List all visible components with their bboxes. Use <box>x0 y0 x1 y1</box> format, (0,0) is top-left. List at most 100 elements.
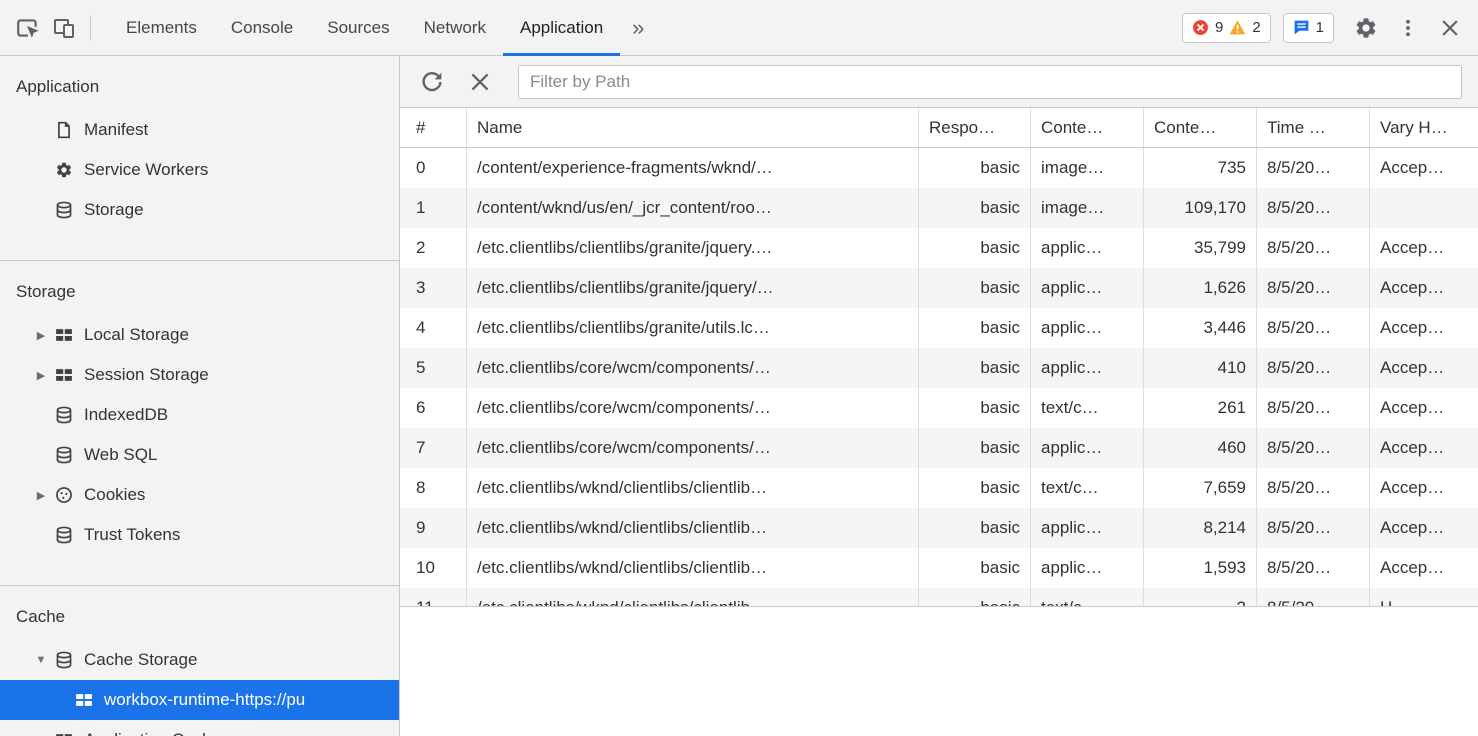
cell: applic… <box>1031 428 1144 468</box>
table-row[interactable]: 0/content/experience-fragments/wknd/…bas… <box>400 148 1478 188</box>
column-header-6[interactable]: Vary H… <box>1370 108 1478 147</box>
cell: 1 <box>400 188 467 228</box>
sidebar-item-web-sql[interactable]: Web SQL <box>0 435 399 475</box>
sidebar-item-label: workbox-runtime-https://pu <box>104 690 305 710</box>
sidebar-item-storage[interactable]: Storage <box>0 190 399 230</box>
settings-button[interactable] <box>1348 10 1384 46</box>
cell: 8/5/20… <box>1257 428 1370 468</box>
sidebar-item-local-storage[interactable]: ▶Local Storage <box>0 315 399 355</box>
tab-console[interactable]: Console <box>214 0 310 56</box>
chevron-down-icon[interactable]: ▼ <box>28 654 54 666</box>
database-icon <box>54 445 74 465</box>
cell: 8/5/20… <box>1257 348 1370 388</box>
database-icon <box>54 405 74 425</box>
table-row[interactable]: 4/etc.clientlibs/clientlibs/granite/util… <box>400 308 1478 348</box>
sidebar-item-manifest[interactable]: Manifest <box>0 110 399 150</box>
table-row[interactable]: 8/etc.clientlibs/wknd/clientlibs/clientl… <box>400 468 1478 508</box>
table-row[interactable]: 2/etc.clientlibs/clientlibs/granite/jque… <box>400 228 1478 268</box>
table-row[interactable]: 1/content/wknd/us/en/_jcr_content/roo…ba… <box>400 188 1478 228</box>
cell: /etc.clientlibs/clientlibs/granite/jquer… <box>467 228 919 268</box>
delete-selected-button[interactable] <box>462 64 498 100</box>
cell: Accep… <box>1370 468 1478 508</box>
filter-by-path-input[interactable] <box>518 65 1462 99</box>
cell: Accep… <box>1370 228 1478 268</box>
error-icon <box>1192 19 1209 36</box>
cache-entries-table: #NameRespo…Conte…Conte…Time …Vary H… 0/c… <box>400 108 1478 607</box>
table-row[interactable]: 6/etc.clientlibs/core/wcm/components/…ba… <box>400 388 1478 428</box>
sidebar-item-session-storage[interactable]: ▶ Session Storage <box>0 355 399 395</box>
cell: 0 <box>400 148 467 188</box>
column-header-4[interactable]: Conte… <box>1144 108 1257 147</box>
cell: 8/5/20… <box>1257 308 1370 348</box>
cell: /etc.clientlibs/clientlibs/granite/jquer… <box>467 268 919 308</box>
errors-warnings-badge[interactable]: 9 2 <box>1182 13 1271 43</box>
refresh-button[interactable] <box>414 64 450 100</box>
tab-sources[interactable]: Sources <box>310 0 406 56</box>
column-header-0[interactable]: # <box>400 108 467 147</box>
cell: text/c… <box>1031 468 1144 508</box>
cell: 1,626 <box>1144 268 1257 308</box>
cell: 7 <box>400 428 467 468</box>
sidebar-item-cache-storage[interactable]: ▼Cache Storage <box>0 640 399 680</box>
cell: /etc.clientlibs/wknd/clientlibs/clientli… <box>467 548 919 588</box>
preview-pane <box>400 607 1478 736</box>
sidebar-item-label: Application Cache <box>84 730 221 736</box>
cell: 11 <box>400 588 467 607</box>
device-toolbar-icon <box>52 16 76 40</box>
chevron-right-icon[interactable]: ▶ <box>28 489 54 502</box>
sidebar-item-label: Session Storage <box>84 365 209 385</box>
tab-network[interactable]: Network <box>407 0 503 56</box>
cell: 8/5/20… <box>1257 388 1370 428</box>
cell: Accep… <box>1370 148 1478 188</box>
more-tabs-button[interactable]: » <box>620 0 656 55</box>
cell: basic <box>919 148 1031 188</box>
sidebar-item-label: Storage <box>84 200 144 220</box>
cell: 8 <box>400 468 467 508</box>
table-row[interactable]: 7/etc.clientlibs/core/wcm/components/…ba… <box>400 428 1478 468</box>
cell: Accep… <box>1370 308 1478 348</box>
tab-application[interactable]: Application <box>503 0 620 56</box>
tab-elements[interactable]: Elements <box>109 0 214 56</box>
sidebar-item-trust-tokens[interactable]: Trust Tokens <box>0 515 399 555</box>
inspect-element-button[interactable] <box>10 10 46 46</box>
table-row[interactable]: 11/etc.clientlibs/wknd/clientlibs/client… <box>400 588 1478 607</box>
close-icon <box>1440 18 1460 38</box>
sidebar-item-indexeddb[interactable]: IndexedDB <box>0 395 399 435</box>
sidebar-item-cookies[interactable]: ▶Cookies <box>0 475 399 515</box>
cell: 8/5/20… <box>1257 268 1370 308</box>
cell: basic <box>919 308 1031 348</box>
table-row[interactable]: 5/etc.clientlibs/core/wcm/components/…ba… <box>400 348 1478 388</box>
table-row[interactable]: 3/etc.clientlibs/clientlibs/granite/jque… <box>400 268 1478 308</box>
sidebar-item-label: Service Workers <box>84 160 208 180</box>
sidebar-section-application: ApplicationManifestService WorkersStorag… <box>0 56 399 261</box>
table-row[interactable]: 9/etc.clientlibs/wknd/clientlibs/clientl… <box>400 508 1478 548</box>
cell: basic <box>919 588 1031 607</box>
column-header-1[interactable]: Name <box>467 108 919 147</box>
chevron-right-icon[interactable]: ▶ <box>28 329 54 342</box>
column-header-3[interactable]: Conte… <box>1031 108 1144 147</box>
cell: Accep… <box>1370 508 1478 548</box>
column-header-5[interactable]: Time … <box>1257 108 1370 147</box>
cell: applic… <box>1031 228 1144 268</box>
sidebar-item-label: Trust Tokens <box>84 525 180 545</box>
cell: basic <box>919 188 1031 228</box>
sidebar-item-application-cache[interactable]: Application Cache <box>0 720 399 736</box>
close-devtools-button[interactable] <box>1432 10 1468 46</box>
chevron-right-icon[interactable]: ▶ <box>28 369 54 382</box>
cell: 8/5/20… <box>1257 148 1370 188</box>
device-toolbar-button[interactable] <box>46 10 82 46</box>
document-icon <box>54 120 74 140</box>
cell: 261 <box>1144 388 1257 428</box>
cell: 8/5/20… <box>1257 468 1370 508</box>
cell: /etc.clientlibs/core/wcm/components/… <box>467 348 919 388</box>
cell: applic… <box>1031 508 1144 548</box>
sidebar-item-workbox-runtime-https-pu[interactable]: workbox-runtime-https://pu <box>0 680 399 720</box>
cell: Accep… <box>1370 348 1478 388</box>
issues-badge[interactable]: 1 <box>1283 13 1334 43</box>
column-header-2[interactable]: Respo… <box>919 108 1031 147</box>
table-row[interactable]: 10/etc.clientlibs/wknd/clientlibs/client… <box>400 548 1478 588</box>
cell: /etc.clientlibs/wknd/clientlibs/clientli… <box>467 588 919 607</box>
sidebar-item-service-workers[interactable]: Service Workers <box>0 150 399 190</box>
cell: applic… <box>1031 548 1144 588</box>
more-options-button[interactable] <box>1390 10 1426 46</box>
